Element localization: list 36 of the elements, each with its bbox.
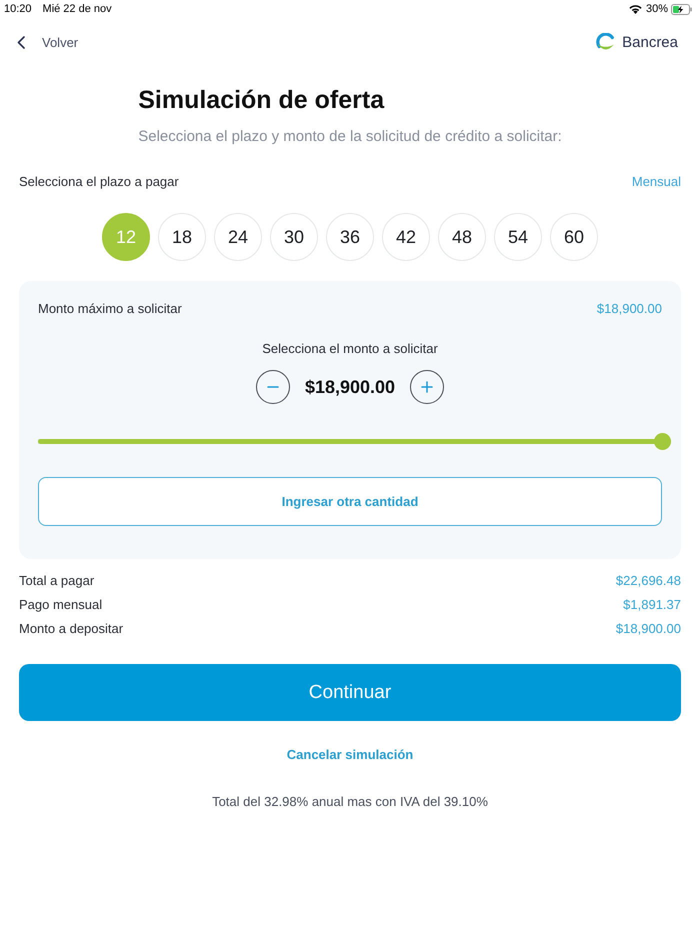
summary-label: Total a pagar (19, 572, 94, 590)
term-option[interactable]: 48 (438, 213, 486, 261)
term-option[interactable]: 30 (270, 213, 318, 261)
term-option[interactable]: 60 (550, 213, 598, 261)
minus-icon (266, 386, 279, 388)
battery-charging-icon (671, 4, 692, 14)
chevron-left-icon (17, 36, 25, 48)
page-title: Simulación de oferta (138, 85, 384, 116)
term-option[interactable]: 54 (494, 213, 542, 261)
max-amount-value: $18,900.00 (596, 300, 662, 318)
summary-label: Pago mensual (19, 596, 102, 614)
rate-footnote: Total del 32.98% anual mas con IVA del 39.10% (212, 793, 488, 811)
amount-prompt: Selecciona el monto a solicitar (262, 340, 438, 358)
logo-text: Bancrea (622, 34, 678, 50)
term-option[interactable]: 24 (214, 213, 262, 261)
page-subtitle: Selecciona el plazo y monto de la solicitud de crédito a solicitar: (138, 127, 562, 147)
amount-value: $18,900.00 (304, 376, 396, 398)
summary-value: $1,891.37 (623, 596, 681, 614)
summary-value: $22,696.48 (616, 572, 681, 590)
term-option[interactable]: 42 (382, 213, 430, 261)
term-option[interactable]: 36 (326, 213, 374, 261)
summary-value: $18,900.00 (616, 620, 681, 638)
term-option[interactable]: 18 (158, 213, 206, 261)
term-label: Selecciona el plazo a pagar (19, 173, 179, 191)
back-button[interactable]: Volver (15, 32, 80, 52)
status-date: Mié 22 de nov (42, 3, 112, 15)
wifi-icon (628, 4, 642, 14)
plus-icon (421, 381, 434, 393)
increase-button[interactable] (410, 370, 444, 404)
max-amount-label: Monto máximo a solicitar (38, 300, 182, 318)
decrease-button[interactable] (256, 370, 290, 404)
clock-time: 10:20 (4, 3, 32, 15)
summary-label: Monto a depositar (19, 620, 124, 638)
slider-thumb[interactable] (654, 433, 670, 450)
logo-icon (596, 32, 616, 52)
battery-percent: 30% (646, 3, 668, 15)
